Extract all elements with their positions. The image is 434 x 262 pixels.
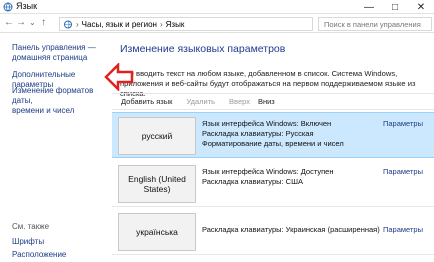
window-title: Язык: [16, 1, 38, 11]
main-content: Изменение языковых параметров ...те ввод…: [112, 33, 434, 262]
language-details: Язык интерфейса Windows: Доступен Раскла…: [202, 167, 334, 186]
recent-pages-chevron-icon[interactable]: ⌄: [29, 18, 36, 27]
language-details: Язык интерфейса Windows: Включен Расклад…: [202, 119, 344, 148]
up-icon[interactable]: ↑: [41, 17, 46, 28]
language-details: Раскладка клавиатуры: Украинская (расшир…: [202, 225, 380, 234]
language-toolbar: Добавить язык Удалить Вверх Вниз: [112, 93, 434, 110]
move-down-button[interactable]: Вниз: [258, 97, 275, 106]
language-options-link[interactable]: Параметры: [383, 225, 423, 234]
back-icon[interactable]: ←: [4, 17, 14, 28]
move-up-button[interactable]: Вверх: [229, 97, 250, 106]
breadcrumb-separator-icon: ›: [76, 19, 79, 29]
sidebar-link-control-panel-home[interactable]: Панель управления — домашняя страница: [12, 43, 96, 63]
title-bar: Язык — □ ✕: [0, 0, 434, 14]
see-also-heading: См. также: [12, 222, 50, 231]
breadcrumb-item-time-language-region[interactable]: Часы, язык и регион: [82, 20, 157, 29]
language-tile: русский: [118, 117, 196, 155]
language-row-ukrainian[interactable]: українська Раскладка клавиатуры: Украинс…: [112, 209, 434, 255]
breadcrumb-separator-icon: ›: [159, 19, 163, 29]
minimize-button[interactable]: —: [356, 0, 382, 14]
search-input[interactable]: Поиск в панели управления: [318, 17, 432, 31]
language-tile: українська: [118, 213, 196, 251]
breadcrumb-item-language[interactable]: Язык: [166, 20, 185, 29]
control-panel-icon: [64, 20, 72, 28]
language-options-link[interactable]: Параметры: [383, 119, 423, 128]
breadcrumb[interactable]: › Часы, язык и регион › Язык: [59, 17, 313, 31]
maximize-button[interactable]: □: [382, 0, 408, 14]
address-bar: ← → ⌄ ↑ › Часы, язык и регион › Язык Пои…: [0, 15, 434, 33]
close-button[interactable]: ✕: [408, 0, 434, 14]
remove-button[interactable]: Удалить: [186, 97, 215, 106]
forward-icon[interactable]: →: [16, 17, 26, 28]
language-tile: English (United States): [118, 165, 196, 203]
language-icon: [3, 2, 13, 12]
sidebar-link-date-time-formats[interactable]: Изменение форматов даты, времени и чисел: [12, 86, 112, 116]
red-arrow-annotation-icon: [104, 63, 134, 91]
language-row-russian[interactable]: русский Язык интерфейса Windows: Включен…: [112, 112, 434, 158]
language-row-english[interactable]: English (United States) Язык интерфейса …: [112, 161, 434, 207]
page-title: Изменение языковых параметров: [120, 43, 286, 55]
sidebar-link-fonts[interactable]: Шрифты: [12, 237, 44, 247]
add-language-button[interactable]: Добавить язык: [121, 97, 172, 106]
language-options-link[interactable]: Параметры: [383, 167, 423, 176]
sidebar: Панель управления — домашняя страница До…: [0, 33, 112, 262]
sidebar-link-location[interactable]: Расположение: [12, 250, 66, 260]
